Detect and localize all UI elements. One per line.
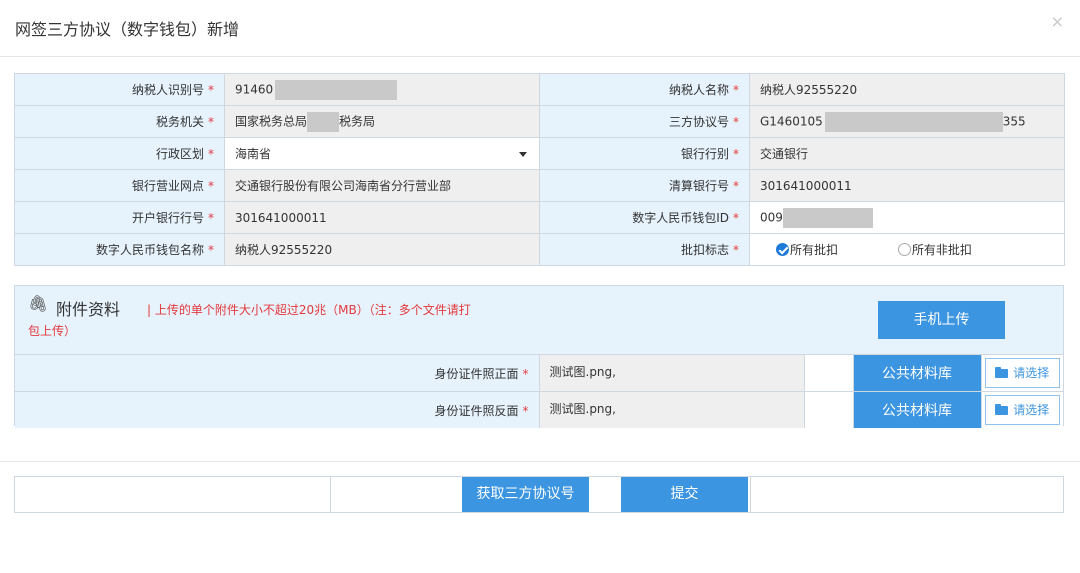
- redaction-mask: [275, 79, 398, 100]
- wallet-id-input[interactable]: 009: [749, 201, 1065, 234]
- attachments-size-note: | 上传的单个附件大小不超过20兆（MB）（注：多个文件请打: [147, 303, 471, 317]
- form-row: 行政区划 * 海南省 银行行别 * 交通银行: [14, 137, 1065, 170]
- batch-deduct-field: 所有批扣 所有非批扣: [749, 233, 1065, 266]
- clearing-bank-no-label: 清算银行号 *: [539, 169, 750, 202]
- taxpayer-id-field: 91460: [224, 73, 540, 106]
- id-front-file: 测试图.png,: [538, 354, 804, 392]
- wallet-id-value: 009: [760, 210, 783, 224]
- form-row: 银行营业网点 * 交通银行股份有限公司海南省分行营业部 清算银行号 * 301641…: [14, 169, 1065, 202]
- bank-type-value: 交通银行: [749, 137, 1065, 170]
- mobile-upload-button[interactable]: 手机上传: [878, 301, 1005, 339]
- attachment-row: 身份证件照反面 * 测试图.png, 公共材料库 请选择: [15, 391, 1063, 428]
- select-cell: 请选择: [980, 391, 1063, 428]
- region-select[interactable]: 海南省: [224, 137, 540, 170]
- region-label: 行政区划 *: [14, 137, 225, 170]
- id-front-label: 身份证件照正面 *: [15, 354, 539, 392]
- paperclip-icon: 🖇: [28, 294, 49, 313]
- form-row: 税务机关 * 国家税务总局 税务局 三方协议号 * G1460105 355: [14, 105, 1065, 138]
- bank-branch-label: 银行营业网点 *: [14, 169, 225, 202]
- account-bank-no-label: 开户银行行号 *: [14, 201, 225, 234]
- taxpayer-id-value: 91460: [235, 82, 274, 96]
- folder-icon: [995, 404, 1009, 415]
- account-bank-no-value: 301641000011: [224, 201, 540, 234]
- id-back-file: 测试图.png,: [538, 391, 804, 428]
- folder-icon: [995, 367, 1009, 378]
- agreement-form: 纳税人识别号 * 91460 纳税人名称 * 纳税人92555220 税务机关 * 国…: [14, 73, 1065, 266]
- dialog-title: 网签三方协议（数字钱包）新增: [15, 20, 240, 39]
- chevron-down-icon: [519, 151, 527, 157]
- redaction-mask: [782, 207, 873, 228]
- bank-type-label: 银行行别 *: [539, 137, 750, 170]
- wallet-name-label: 数字人民币钱包名称 *: [14, 233, 225, 266]
- public-library-button[interactable]: 公共材料库: [852, 354, 981, 392]
- footer-divider: [0, 461, 1080, 462]
- clearing-bank-no-value: 301641000011: [749, 169, 1065, 202]
- tax-authority-field: 国家税务总局 税务局: [224, 105, 540, 138]
- id-back-label: 身份证件照反面 *: [15, 391, 539, 428]
- attachments-table: 身份证件照正面 * 测试图.png, 公共材料库 请选择 身份证件照反面 * 测试图…: [15, 354, 1063, 428]
- blank-cell: [803, 354, 853, 392]
- close-icon[interactable]: ×: [1051, 12, 1064, 31]
- dialog-header: 网签三方协议（数字钱包）新增 ×: [0, 0, 1080, 57]
- bank-branch-value: 交通银行股份有限公司海南省分行营业部: [224, 169, 540, 202]
- attachments-size-note-cont: 包上传）: [28, 324, 77, 338]
- agreement-no-label: 三方协议号 *: [539, 105, 750, 138]
- footer-cell-divider: [330, 477, 331, 512]
- footer-cell-divider: [750, 477, 751, 512]
- batch-deduct-label: 批扣标志 *: [539, 233, 750, 266]
- radio-all-batch[interactable]: 所有批扣: [776, 241, 838, 258]
- form-row: 纳税人识别号 * 91460 纳税人名称 * 纳税人92555220: [14, 73, 1065, 106]
- select-cell: 请选择: [980, 354, 1063, 392]
- taxpayer-name-label: 纳税人名称 *: [539, 73, 750, 106]
- redaction-mask: [824, 111, 1003, 132]
- tax-authority-label: 税务机关 *: [14, 105, 225, 138]
- form-row: 开户银行行号 * 301641000011 数字人民币钱包ID * 009: [14, 201, 1065, 234]
- agreement-no-field: G1460105 355: [749, 105, 1065, 138]
- submit-button[interactable]: 提交: [621, 477, 748, 512]
- redaction-mask: [307, 111, 340, 132]
- form-row: 数字人民币钱包名称 * 纳税人92555220 批扣标志 * 所有批扣 所有非批扣: [14, 233, 1065, 266]
- wallet-name-value: 纳税人92555220: [224, 233, 540, 266]
- attachments-header: 🖇 附件资料 | 上传的单个附件大小不超过20兆（MB）（注：多个文件请打 包上…: [15, 286, 1063, 354]
- attachment-row: 身份证件照正面 * 测试图.png, 公共材料库 请选择: [15, 354, 1063, 392]
- radio-all-non-batch[interactable]: 所有非批扣: [897, 241, 972, 258]
- region-selected-value: 海南省: [235, 146, 272, 161]
- dialog-footer: 获取三方协议号 提交: [14, 476, 1064, 513]
- wallet-id-label: 数字人民币钱包ID *: [539, 201, 750, 234]
- public-library-button[interactable]: 公共材料库: [852, 391, 981, 428]
- taxpayer-id-label: 纳税人识别号 *: [14, 73, 225, 106]
- attachments-panel: 🖇 附件资料 | 上传的单个附件大小不超过20兆（MB）（注：多个文件请打 包上…: [14, 285, 1064, 428]
- radio-checked-icon: [776, 242, 789, 256]
- get-agreement-no-button[interactable]: 获取三方协议号: [462, 477, 589, 512]
- taxpayer-name-value: 纳税人92555220: [749, 73, 1065, 106]
- radio-unchecked-icon: [897, 242, 911, 256]
- select-file-button[interactable]: 请选择: [984, 358, 1060, 388]
- select-file-button[interactable]: 请选择: [984, 395, 1060, 425]
- attachments-title: 附件资料: [56, 300, 121, 319]
- blank-cell: [803, 391, 853, 428]
